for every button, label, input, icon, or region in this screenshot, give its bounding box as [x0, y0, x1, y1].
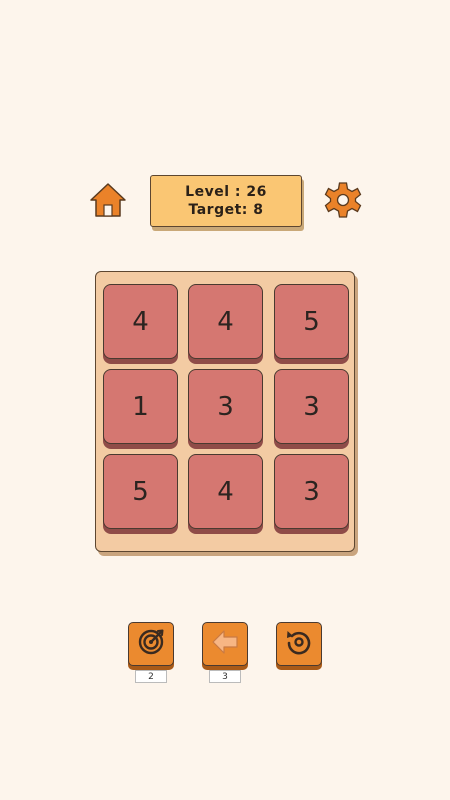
undo-count: 3 — [209, 670, 241, 683]
tile-r3-c2[interactable]: 4 — [188, 454, 263, 529]
home-icon — [88, 181, 128, 223]
settings-button[interactable] — [323, 182, 363, 222]
tile-r3-c1[interactable]: 5 — [103, 454, 178, 529]
game-board: 4 4 5 1 3 3 5 4 3 — [95, 271, 355, 552]
gear-icon — [323, 180, 363, 224]
tile-r2-c1[interactable]: 1 — [103, 369, 178, 444]
home-button[interactable] — [88, 183, 128, 221]
tile-r1-c3[interactable]: 5 — [274, 284, 349, 359]
level-label: Level : 26 — [185, 184, 267, 200]
target-icon — [136, 627, 166, 661]
tile-r1-c1[interactable]: 4 — [103, 284, 178, 359]
hint-button[interactable] — [128, 622, 174, 666]
tile-r2-c3[interactable]: 3 — [274, 369, 349, 444]
restart-button[interactable] — [276, 622, 322, 666]
target-label: Target: 8 — [188, 202, 264, 218]
back-arrow-icon — [210, 627, 240, 661]
hint-count: 2 — [135, 670, 167, 683]
tile-r1-c2[interactable]: 4 — [188, 284, 263, 359]
tile-r2-c2[interactable]: 3 — [188, 369, 263, 444]
tile-r3-c3[interactable]: 3 — [274, 454, 349, 529]
restart-icon — [284, 627, 314, 661]
level-panel: Level : 26 Target: 8 — [150, 175, 302, 227]
undo-button[interactable] — [202, 622, 248, 666]
